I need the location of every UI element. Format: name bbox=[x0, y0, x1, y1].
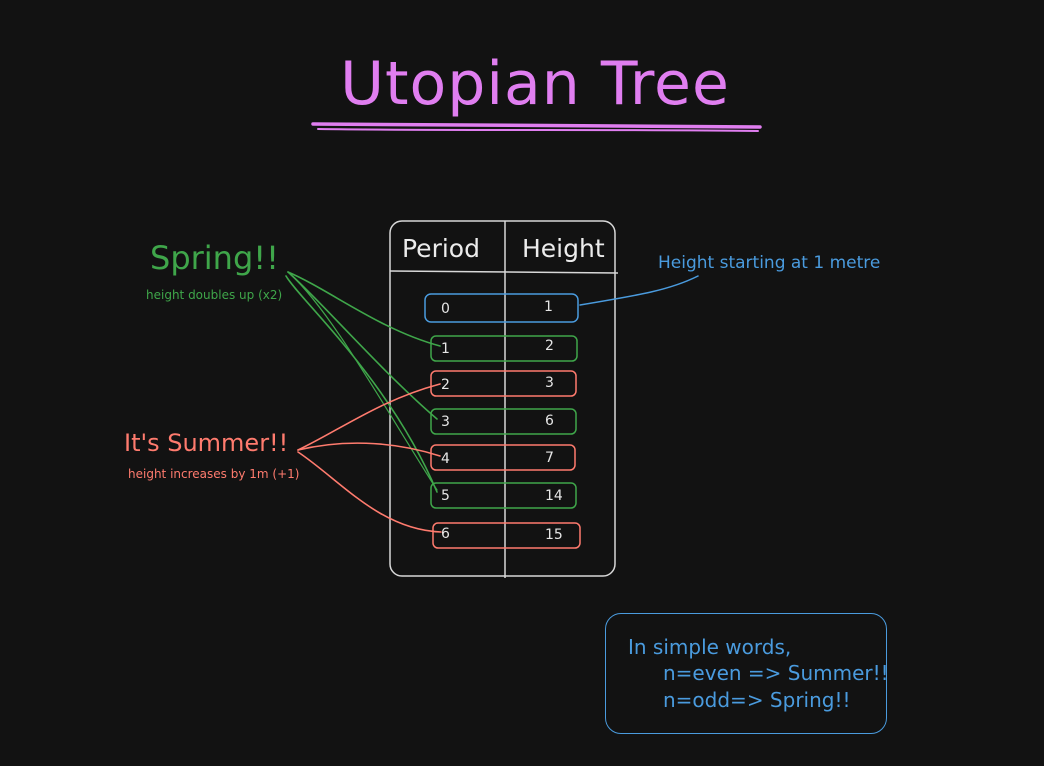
row-3-height: 6 bbox=[545, 413, 554, 429]
summary-line-2: n=even => Summer!! bbox=[663, 661, 889, 685]
row-6-period: 6 bbox=[441, 526, 450, 542]
summary-line-1: In simple words, bbox=[628, 635, 792, 659]
row-box-2 bbox=[430, 370, 577, 397]
table-header-divider bbox=[389, 270, 619, 274]
summer-arrow-6 bbox=[297, 451, 442, 533]
summer-arrow-2 bbox=[297, 383, 441, 451]
row-5-period: 5 bbox=[441, 488, 450, 504]
spring-note: height doubles up (x2) bbox=[146, 288, 283, 302]
row-box-3 bbox=[430, 408, 577, 435]
table-header-height: Height bbox=[522, 234, 605, 263]
table-header-period: Period bbox=[402, 234, 480, 263]
page-title: Utopian Tree bbox=[340, 49, 730, 119]
row-3-period: 3 bbox=[441, 414, 450, 430]
row-0-period: 0 bbox=[441, 301, 450, 317]
row-5-height: 14 bbox=[545, 488, 563, 504]
row-4-height: 7 bbox=[545, 450, 554, 466]
spring-arrow-1 bbox=[287, 271, 441, 347]
title-underline bbox=[311, 122, 762, 129]
spring-arrow-5b bbox=[289, 273, 438, 491]
row-1-period: 1 bbox=[441, 341, 450, 357]
row-6-height: 15 bbox=[545, 527, 563, 543]
summer-label: It's Summer!! bbox=[124, 429, 289, 457]
start-height-note: Height starting at 1 metre bbox=[658, 253, 881, 273]
summary-line-3: n=odd=> Spring!! bbox=[663, 688, 851, 712]
row-1-height: 2 bbox=[545, 338, 554, 354]
spring-arrow-3 bbox=[287, 271, 438, 420]
title-underline-2 bbox=[317, 128, 759, 132]
row-0-height: 1 bbox=[544, 299, 553, 315]
row-box-1 bbox=[430, 335, 578, 362]
spring-label: Spring!! bbox=[150, 239, 279, 277]
start-connector bbox=[579, 275, 699, 306]
row-2-height: 3 bbox=[545, 375, 554, 391]
row-2-period: 2 bbox=[441, 377, 450, 393]
row-4-period: 4 bbox=[441, 451, 450, 467]
summer-note: height increases by 1m (+1) bbox=[128, 467, 300, 481]
